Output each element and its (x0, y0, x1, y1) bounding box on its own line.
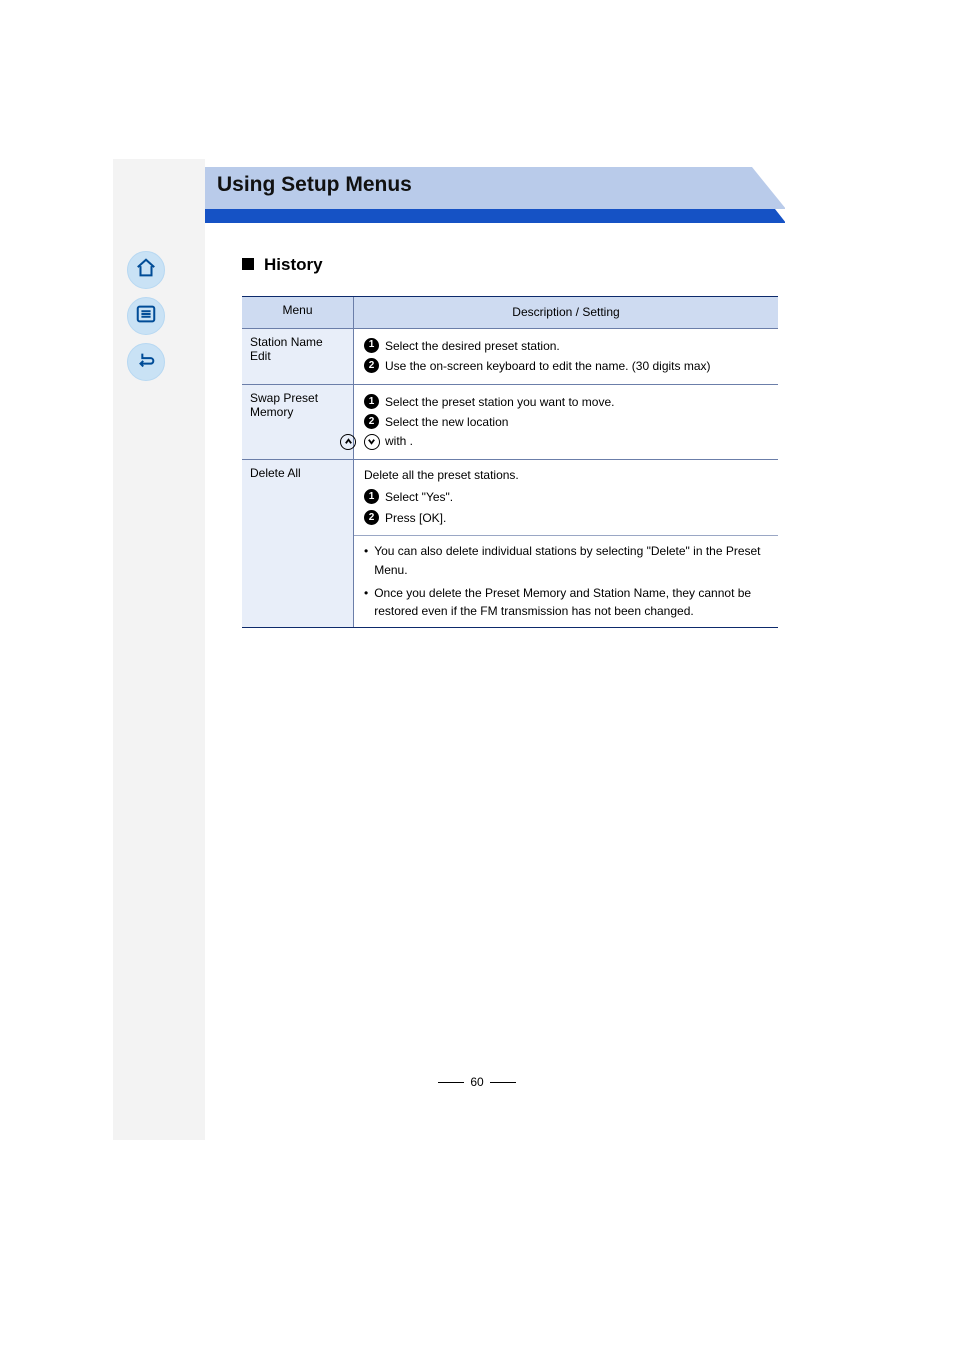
step-number-icon: 2 (364, 358, 379, 373)
step-number-icon: 2 (364, 510, 379, 525)
step-number-icon: 1 (364, 394, 379, 409)
description-cell: 1 Select the desired preset station. 2 Use… (354, 329, 778, 384)
list-icon (135, 303, 157, 330)
page-number: 60 (0, 1075, 954, 1089)
table-row: Swap Preset Memory 1 Select the preset st… (242, 384, 778, 459)
left-sidebar (113, 159, 205, 1140)
table-header-row: Menu Description / Setting (242, 297, 778, 328)
nav-button-group (127, 251, 167, 381)
back-button[interactable] (127, 343, 165, 381)
description-cell: Delete all the preset stations. 1 Select … (354, 460, 778, 627)
step-text: Select the desired preset station. (385, 337, 560, 356)
home-icon (135, 257, 157, 284)
step-text: Press [OK]. (385, 509, 446, 528)
table-row: Delete All Delete all the preset station… (242, 459, 778, 627)
bullet-square-icon (242, 258, 254, 270)
home-button[interactable] (127, 251, 165, 289)
note-text: •You can also delete individual stations… (364, 542, 768, 579)
chevron-up-icon (340, 434, 356, 450)
lead-text: Delete all the preset stations. (364, 466, 768, 485)
step-number-icon: 1 (364, 489, 379, 504)
chevron-down-icon (364, 434, 380, 450)
step-text: Select the preset station you want to mo… (385, 393, 614, 412)
menu-cell-station-name-edit: Station Name Edit (242, 329, 354, 384)
menu-cell-delete-all: Delete All (242, 460, 354, 627)
description-cell: 1 Select the preset station you want to m… (354, 385, 778, 459)
step-number-icon: 2 (364, 414, 379, 429)
step-text: Use the on-screen keyboard to edit the n… (385, 357, 711, 376)
section-title: History (242, 255, 323, 275)
column-header-description: Description / Setting (354, 297, 778, 328)
note-text: •Once you delete the Preset Memory and S… (364, 584, 768, 621)
step-number-icon: 1 (364, 338, 379, 353)
history-table: Menu Description / Setting Station Name … (242, 296, 778, 628)
table-row: Station Name Edit 1 Select the desired pr… (242, 328, 778, 384)
back-arrow-icon (135, 349, 157, 376)
contents-button[interactable] (127, 297, 165, 335)
step-text: Select the new location with . (385, 413, 508, 450)
menu-cell-swap-preset: Swap Preset Memory (242, 385, 354, 459)
step-text: Select "Yes". (385, 488, 453, 507)
page-title: Using Setup Menus (217, 173, 412, 197)
column-header-menu: Menu (242, 297, 354, 328)
